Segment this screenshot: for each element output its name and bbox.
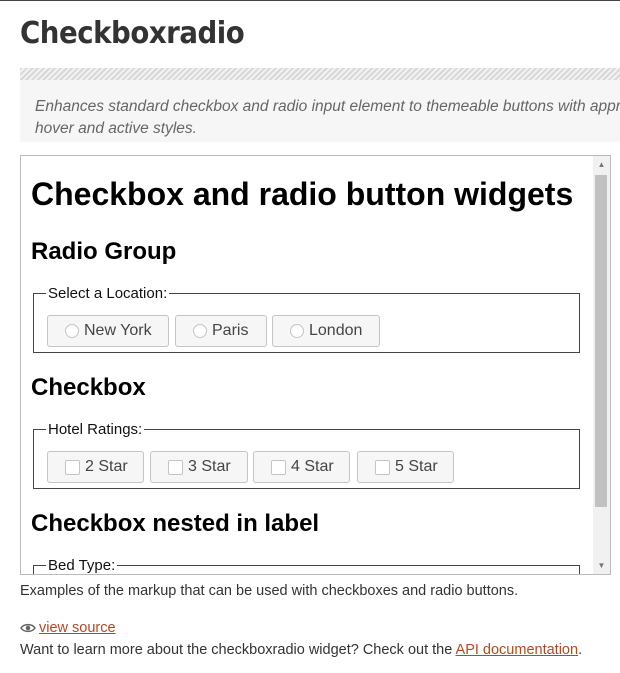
hotel-ratings-legend: Hotel Ratings: bbox=[48, 421, 143, 438]
checkbox-label: 3 Star bbox=[188, 458, 231, 475]
top-border bbox=[0, 0, 620, 1]
checkbox-square-icon bbox=[168, 459, 183, 475]
demo-heading: Checkbox and radio button widgets bbox=[31, 176, 574, 212]
checkbox-label: 2 Star bbox=[85, 458, 128, 475]
radio-circle-icon bbox=[65, 324, 79, 338]
hotel-ratings-fieldset: Hotel Ratings: 2 Star 3 Star 4 Star 5 St… bbox=[33, 422, 580, 489]
radio-label: London bbox=[309, 322, 363, 339]
view-source-label: view source bbox=[39, 620, 116, 636]
checkbox-label: 5 Star bbox=[395, 458, 438, 475]
radio-new-york[interactable]: New York bbox=[47, 315, 169, 347]
bed-type-fieldset: Bed Type: bbox=[33, 558, 580, 574]
radio-circle-icon bbox=[193, 324, 207, 338]
description-text: Enhances standard checkbox and radio inp… bbox=[35, 98, 620, 137]
api-documentation-link[interactable]: API documentation bbox=[456, 642, 579, 658]
checkbox-label: 4 Star bbox=[291, 458, 334, 475]
checkbox-2-star[interactable]: 2 Star bbox=[47, 451, 144, 483]
radio-circle-icon bbox=[290, 324, 304, 338]
checkbox-square-icon bbox=[65, 459, 80, 475]
page-title: Checkboxradio bbox=[20, 16, 245, 51]
eye-icon bbox=[20, 623, 36, 633]
demo-scrollbar[interactable]: ▲ ▼ bbox=[593, 156, 610, 574]
learn-more-text: Want to learn more about the checkboxrad… bbox=[20, 642, 582, 658]
demo-frame[interactable]: Checkbox and radio button widgets Radio … bbox=[20, 155, 611, 575]
checkbox-3-star[interactable]: 3 Star bbox=[150, 451, 248, 483]
checkbox-square-icon bbox=[271, 459, 286, 475]
title-divider bbox=[20, 68, 620, 80]
location-fieldset: Select a Location: New York Paris London bbox=[33, 286, 580, 353]
scrollbar-thumb[interactable] bbox=[595, 175, 607, 507]
radio-london[interactable]: London bbox=[272, 315, 380, 347]
checkbox-heading: Checkbox bbox=[31, 374, 146, 401]
description-box: Enhances standard checkbox and radio inp… bbox=[20, 80, 620, 142]
radio-label: New York bbox=[84, 322, 152, 339]
scroll-up-icon[interactable]: ▲ bbox=[593, 156, 610, 173]
radio-paris[interactable]: Paris bbox=[175, 315, 267, 347]
demo-content: Checkbox and radio button widgets Radio … bbox=[21, 156, 593, 574]
checkbox-4-star[interactable]: 4 Star bbox=[253, 451, 350, 483]
nested-checkbox-heading: Checkbox nested in label bbox=[31, 510, 320, 537]
bed-type-legend: Bed Type: bbox=[48, 557, 116, 574]
scroll-down-icon[interactable]: ▼ bbox=[593, 557, 610, 574]
location-legend: Select a Location: bbox=[48, 285, 168, 302]
radio-group-heading: Radio Group bbox=[31, 238, 177, 265]
view-source-link[interactable]: view source bbox=[20, 620, 116, 636]
radio-label: Paris bbox=[212, 322, 249, 339]
checkbox-square-icon bbox=[375, 459, 390, 475]
learn-more-suffix: . bbox=[578, 642, 583, 658]
checkbox-5-star[interactable]: 5 Star bbox=[357, 451, 454, 483]
demo-caption: Examples of the markup that can be used … bbox=[20, 583, 519, 599]
learn-more-prefix: Want to learn more about the checkboxrad… bbox=[20, 642, 453, 658]
